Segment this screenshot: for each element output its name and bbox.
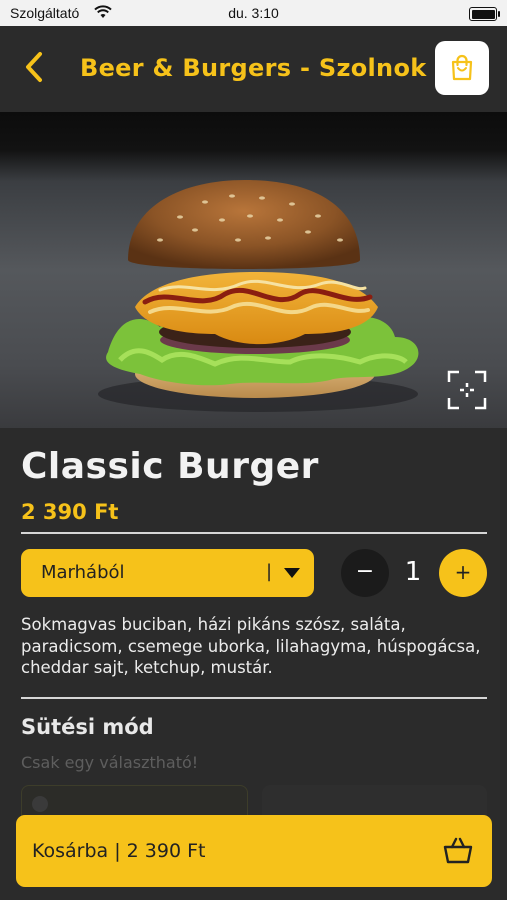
expand-image-button[interactable] [443, 366, 491, 414]
section-title: Sütési mód [21, 715, 154, 739]
caret-down-icon [284, 568, 300, 578]
basket-icon [443, 837, 473, 864]
quantity-increase-button[interactable]: + [439, 549, 487, 597]
expand-icon [447, 370, 487, 410]
select-value: Marhából [41, 562, 125, 583]
divider [21, 697, 487, 699]
product-price: 2 390 Ft [21, 500, 119, 524]
shopping-bag-icon [451, 54, 473, 81]
status-bar: Szolgáltató du. 3:10 [0, 0, 507, 26]
nav-bar: Beer & Burgers - Szolnok [0, 26, 507, 112]
radio-icon [32, 796, 48, 812]
back-chevron-icon [26, 52, 42, 82]
select-separator: | [266, 561, 273, 582]
clock: du. 3:10 [228, 5, 279, 21]
quantity-value: 1 [404, 557, 422, 587]
product-name: Classic Burger [21, 446, 319, 487]
burger-photo [98, 180, 419, 412]
quantity-decrease-button[interactable]: − [341, 549, 389, 597]
add-to-cart-button[interactable]: Kosárba | 2 390 Ft [16, 815, 492, 887]
cart-button[interactable] [435, 41, 489, 95]
divider [21, 532, 487, 534]
battery-icon [469, 7, 500, 21]
product-description: Sokmagvas buciban, házi pikáns szósz, sa… [21, 615, 481, 677]
back-button[interactable] [20, 50, 50, 84]
product-image [0, 112, 507, 428]
add-to-cart-label: Kosárba | 2 390 Ft [32, 840, 206, 862]
section-hint: Csak egy választható! [21, 753, 199, 772]
meat-type-select[interactable]: Marhából | [21, 549, 314, 597]
page-title: Beer & Burgers - Szolnok [80, 54, 427, 82]
